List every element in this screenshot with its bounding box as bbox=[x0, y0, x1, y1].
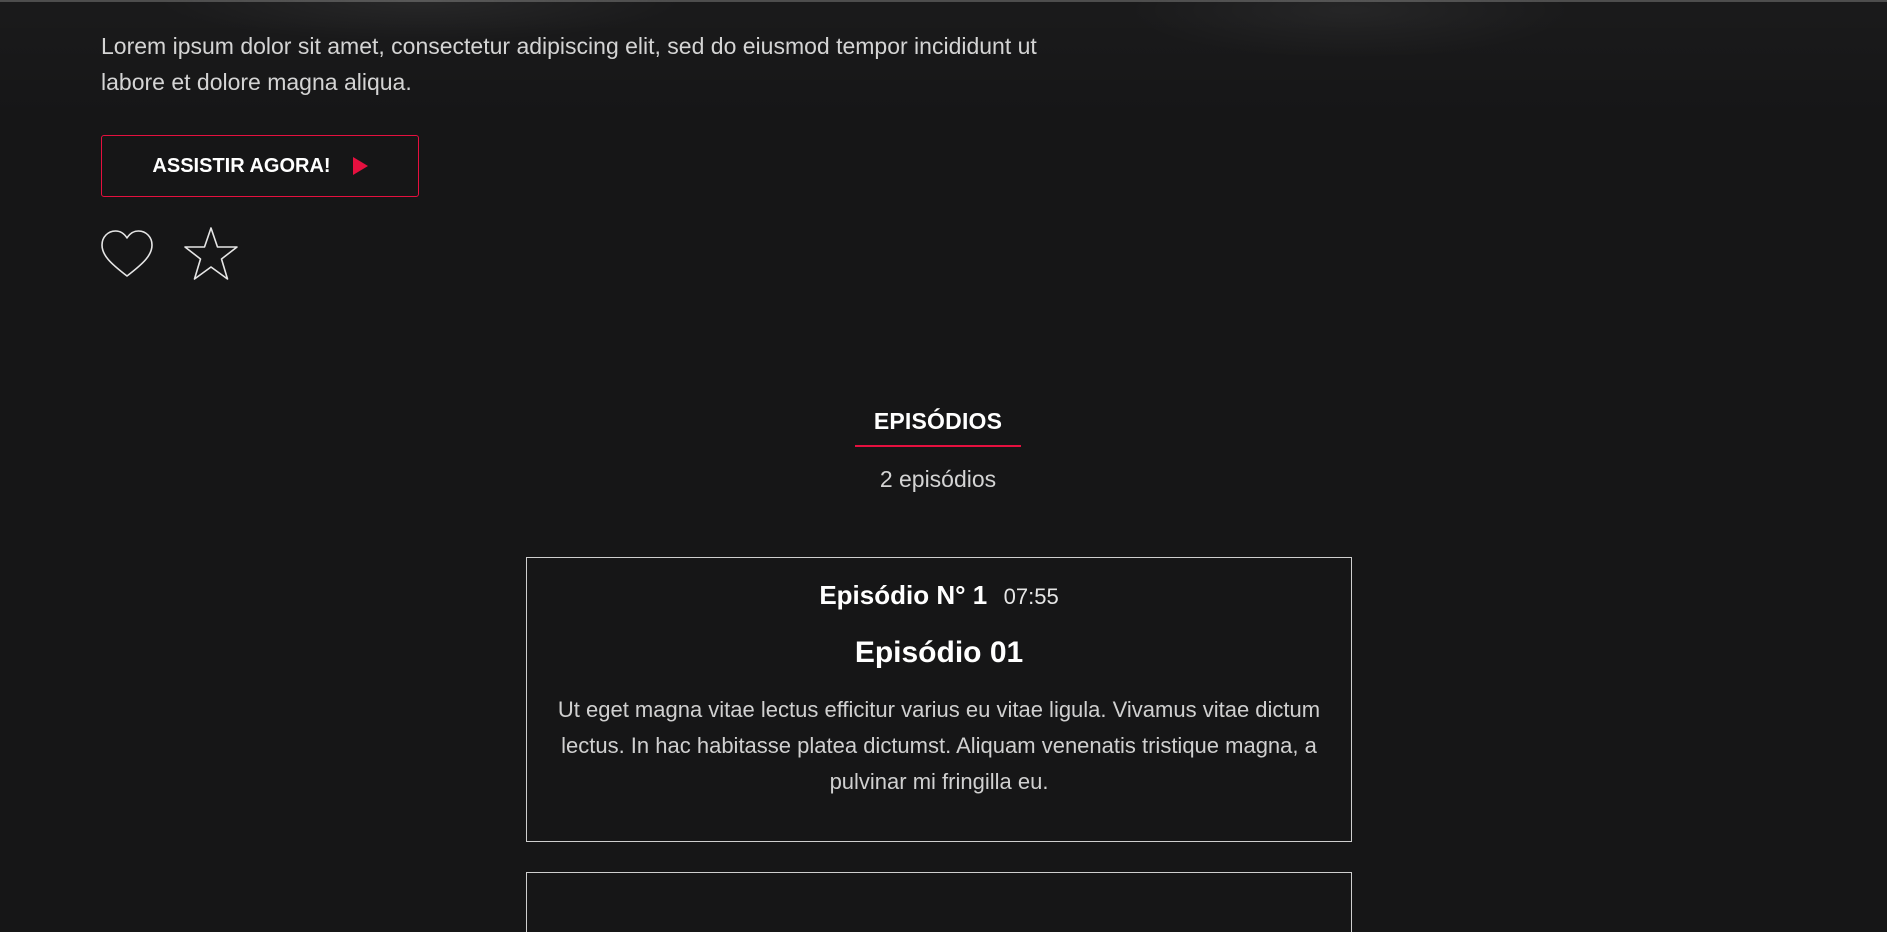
watch-now-button[interactable]: ASSISTIR AGORA! bbox=[101, 135, 419, 197]
episode-card-partial[interactable] bbox=[526, 872, 1352, 932]
episode-count: 2 episódios bbox=[879, 466, 997, 492]
episode-description: Ut eget magna vitae lectus efficitur var… bbox=[557, 697, 1321, 794]
episode-header: Episódio N° 1 07:55 bbox=[527, 580, 1351, 611]
star-icon bbox=[184, 227, 238, 280]
episode-title: Episódio 01 bbox=[854, 636, 1024, 669]
play-icon bbox=[352, 157, 368, 175]
hero-description: Lorem ipsum dolor sit amet, consectetur … bbox=[101, 33, 1037, 95]
episodes-section-title: EPISÓDIOS bbox=[873, 408, 1003, 434]
top-divider bbox=[0, 0, 1887, 2]
watch-now-label: ASSISTIR AGORA! bbox=[152, 154, 331, 177]
episode-card[interactable]: Episódio N° 1 07:55 Episódio 01 Ut eget … bbox=[526, 557, 1352, 842]
episode-number: Episódio N° 1 bbox=[819, 580, 988, 610]
episode-duration: 07:55 bbox=[1003, 584, 1059, 609]
heart-icon bbox=[101, 230, 153, 277]
favorite-button[interactable] bbox=[98, 226, 156, 284]
rate-button[interactable] bbox=[182, 226, 240, 284]
section-title-underline bbox=[855, 445, 1021, 447]
